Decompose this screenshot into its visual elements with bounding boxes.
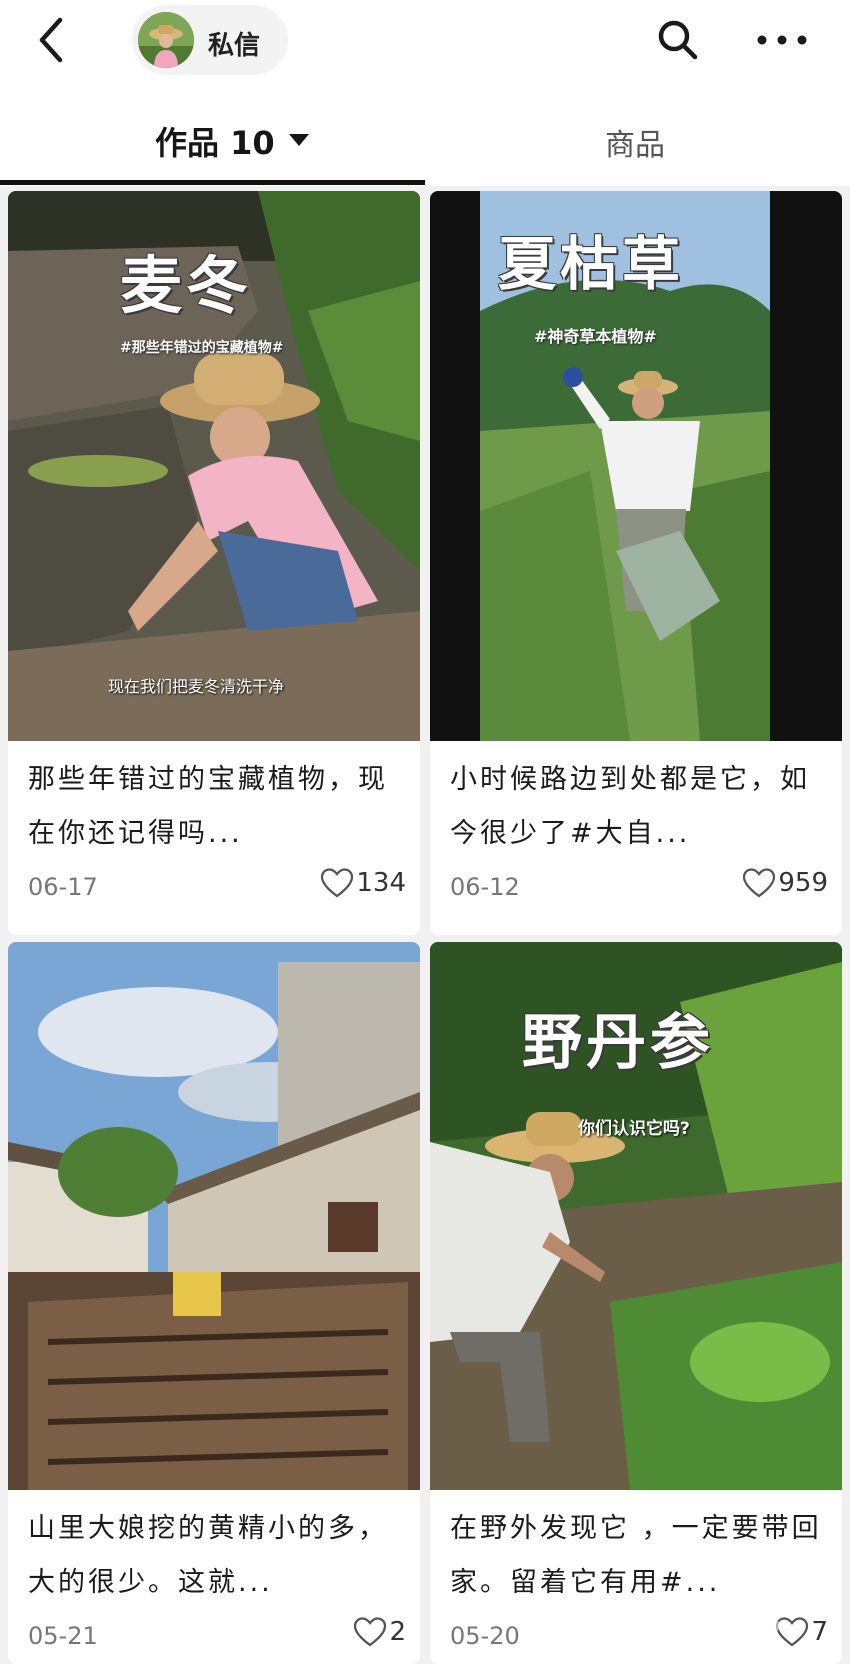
post-date: 06-17 <box>28 873 98 901</box>
like-button[interactable]: 134 <box>320 867 406 903</box>
video-caption[interactable]: 那些年错过的宝藏植物，现在你还记得吗... <box>28 753 408 861</box>
overlay-title: 夏枯草 <box>498 230 685 298</box>
overlay-title: 野丹参 <box>522 1008 714 1078</box>
like-count: 959 <box>778 868 828 898</box>
video-card[interactable]: 野丹参 你们认识它吗? 在野外发现它 ，一定要带回家。留着它有用#... 05-… <box>430 942 842 1664</box>
heart-icon <box>321 868 354 898</box>
search-icon <box>658 20 698 60</box>
more-dots-icon <box>757 35 807 45</box>
chevron-left-icon <box>39 17 63 63</box>
tab-indicator <box>0 180 425 185</box>
video-card[interactable]: 麦冬 #那些年错过的宝藏植物# 现在我们把麦冬清洗干净 那些年错过的宝藏植物，现… <box>8 191 420 935</box>
video-card[interactable]: 夏枯草 #神奇草本植物# 小时候路边到处都是它，如今很少了#大自... 06-1… <box>430 191 842 935</box>
tab-works-label: 作品 10 <box>155 124 275 162</box>
profile-tabs: 作品 10 商品 <box>0 88 850 186</box>
message-chip[interactable]: 私信 <box>132 5 288 75</box>
like-count: 134 <box>356 868 406 898</box>
video-thumbnail[interactable] <box>8 942 420 1490</box>
like-button[interactable]: 7 <box>775 1616 828 1652</box>
overlay-tag: #神奇草本植物# <box>534 327 657 346</box>
watermark: 湖北日报 <box>590 1617 783 1664</box>
like-button[interactable]: 2 <box>353 1616 406 1652</box>
video-caption[interactable]: 在野外发现它 ，一定要带回家。留着它有用#... <box>450 1502 830 1610</box>
tab-goods-label: 商品 <box>605 128 665 163</box>
overlay-title: 麦冬 <box>120 249 253 322</box>
video-card[interactable]: 山里大娘挖的黄精小的多，大的很少。这就... 05-21 2 <box>8 942 420 1664</box>
video-thumbnail[interactable]: 野丹参 你们认识它吗? <box>430 942 842 1490</box>
video-caption[interactable]: 小时候路边到处都是它，如今很少了#大自... <box>450 753 830 861</box>
top-bar: 私信 <box>0 0 850 88</box>
video-thumbnail[interactable]: 夏枯草 #神奇草本植物# <box>430 191 842 741</box>
overlay-subtitle: 你们认识它吗? <box>578 1119 690 1139</box>
post-date: 05-21 <box>28 1622 98 1650</box>
like-count: 2 <box>389 1617 406 1647</box>
avatar[interactable] <box>138 12 194 68</box>
video-thumbnail[interactable]: 麦冬 #那些年错过的宝藏植物# 现在我们把麦冬清洗干净 <box>8 191 420 741</box>
video-caption[interactable]: 山里大娘挖的黄精小的多，大的很少。这就... <box>28 1502 408 1610</box>
post-date: 05-20 <box>450 1622 520 1650</box>
heart-icon <box>743 868 776 898</box>
back-button[interactable] <box>32 14 76 66</box>
overlay-tag: #那些年错过的宝藏植物# <box>120 340 284 356</box>
search-button[interactable] <box>654 16 702 64</box>
message-label: 私信 <box>208 31 261 61</box>
heart-icon <box>354 1617 387 1647</box>
overlay-subtitle: 现在我们把麦冬清洗干净 <box>108 677 285 696</box>
tab-works[interactable]: 作品 10 <box>0 88 425 186</box>
tab-goods[interactable]: 商品 <box>425 88 850 186</box>
caret-down-icon[interactable] <box>289 134 309 146</box>
like-button[interactable]: 959 <box>742 867 828 903</box>
more-button[interactable] <box>754 22 810 58</box>
post-date: 06-12 <box>450 873 520 901</box>
like-count: 7 <box>811 1617 828 1647</box>
